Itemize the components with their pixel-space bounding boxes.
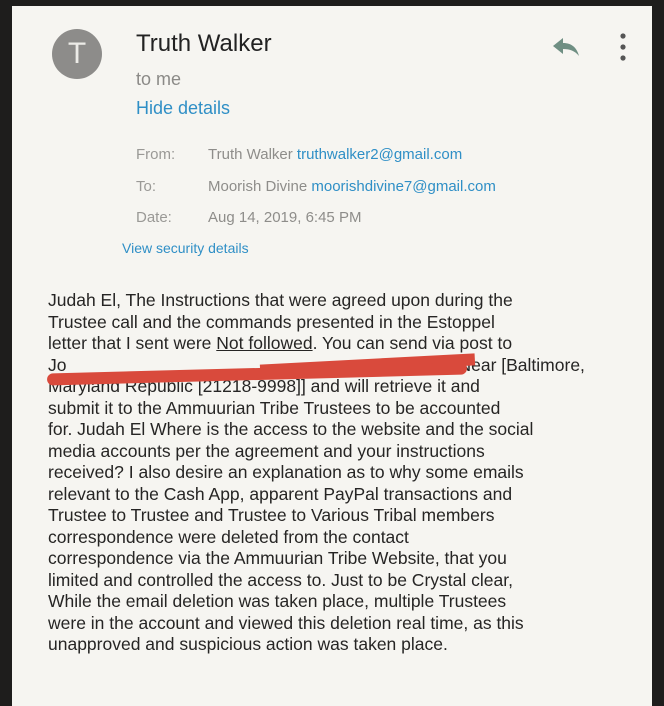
from-name: Truth Walker [208, 146, 293, 163]
underlined-text: Not followed [216, 333, 313, 353]
to-label: To: [136, 178, 157, 195]
body-line: correspondence were deleted from the con… [48, 526, 409, 547]
email-page: T Truth Walker to me Hide details From: … [12, 6, 652, 706]
body-line: unapproved and suspicious action was tak… [48, 634, 448, 654]
body-text-segment: Jo [48, 354, 67, 375]
more-vert-icon[interactable] [618, 32, 628, 62]
from-value: Truth Walker truthwalker2@gmail.com [208, 146, 462, 163]
to-name: Moorish Divine [208, 178, 308, 195]
from-email[interactable]: truthwalker2@gmail.com [297, 146, 462, 163]
to-value: Moorish Divine moorishdivine7@gmail.com [208, 178, 496, 195]
to-email[interactable]: moorishdivine7@gmail.com [311, 178, 495, 195]
body-line: correspondence via the Ammuurian Tribe W… [48, 548, 507, 568]
from-label: From: [136, 146, 176, 163]
body-line: relevant to the Cash App, apparent PayPa… [48, 483, 513, 504]
date-label: Date: [136, 209, 172, 226]
body-line: submit it to the Ammuurian Tribe Trustee… [48, 397, 501, 418]
body-text-segment: . You can send via post to [312, 333, 513, 353]
body-line: received? I also desire an explanation a… [48, 462, 524, 482]
body-text-segment: Near [Baltimore, [458, 354, 585, 375]
email-body: Judah El, The Instructions that were agr… [48, 290, 648, 656]
body-line: Trustee call and the commands presented … [48, 311, 495, 332]
body-line: media accounts per the agreement and you… [48, 440, 485, 461]
reply-icon[interactable] [551, 36, 581, 58]
date-value: Aug 14, 2019, 6:45 PM [208, 209, 362, 226]
body-line: Judah El, The Instructions that were agr… [48, 290, 513, 310]
body-line: for. Judah El Where is the access to the… [48, 419, 534, 439]
hide-details-link[interactable]: Hide details [136, 98, 230, 119]
body-line: letter that I sent were Not followed. Yo… [48, 333, 648, 355]
body-line: limited and controlled the access to. Ju… [48, 569, 513, 590]
body-text-segment: letter that I sent were [48, 333, 217, 353]
sender-name: Truth Walker [136, 30, 272, 57]
body-line: were in the account and viewed this dele… [48, 612, 524, 633]
recipient-summary: to me [136, 69, 182, 89]
avatar[interactable]: T [52, 29, 102, 79]
body-line: While the email deletion was taken place… [48, 591, 507, 611]
body-line: Trustee to Trustee and Trustee to Variou… [48, 505, 495, 525]
view-security-details-link[interactable]: View security details [122, 240, 249, 256]
